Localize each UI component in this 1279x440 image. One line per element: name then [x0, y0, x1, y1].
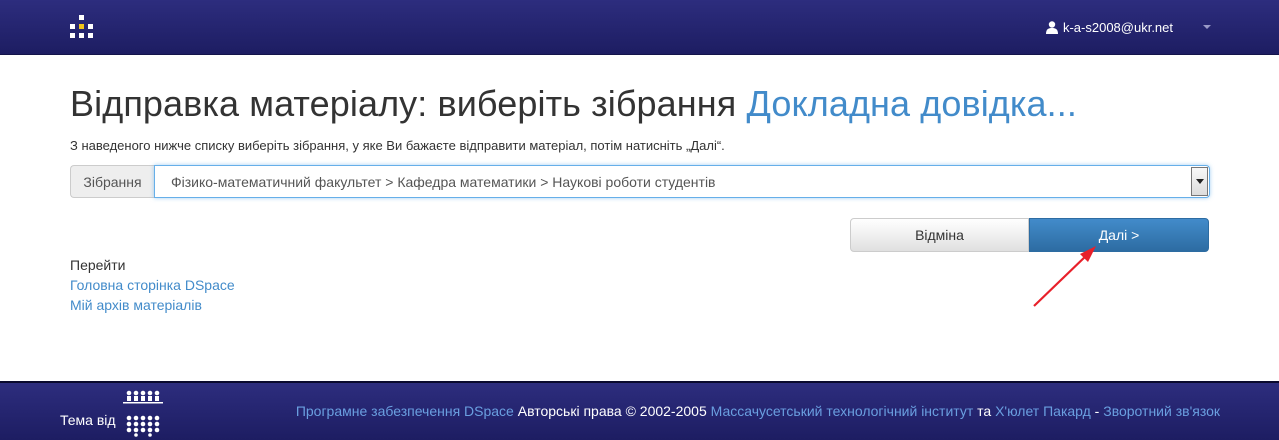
separator-text: -: [1090, 403, 1104, 419]
user-icon: [1045, 20, 1058, 34]
intro-text: З наведеного нижче списку виберіть зібра…: [70, 138, 725, 153]
page-title: Відправка матеріалу: виберіть зібрання Д…: [70, 84, 1210, 124]
collection-input-group: Зібрання Фізико-математичний факультет >…: [70, 165, 1210, 198]
help-link[interactable]: Докладна довідка...: [746, 83, 1077, 124]
footer-credits: Програмне забезпечення DSpace Авторські …: [296, 403, 1220, 419]
action-buttons: Відміна Далі >: [850, 218, 1209, 252]
and-text: та: [973, 403, 996, 419]
goto-section: Перейти Головна сторінка DSpace Мій архі…: [70, 255, 235, 315]
my-archive-link[interactable]: Мій архів матеріалів: [70, 295, 235, 315]
goto-label: Перейти: [70, 257, 126, 273]
dspace-software-link[interactable]: Програмне забезпечення DSpace: [296, 403, 514, 419]
cancel-button[interactable]: Відміна: [850, 218, 1029, 252]
home-link[interactable]: Головна сторінка DSpace: [70, 275, 235, 295]
cineca-logo-icon[interactable]: [120, 389, 166, 437]
user-menu[interactable]: k-a-s2008@ukr.net: [1045, 17, 1211, 37]
main-content: Відправка матеріалу: виберіть зібрання Д…: [70, 84, 1210, 252]
mit-link[interactable]: Массачусетський технологічний інститут: [711, 403, 974, 419]
dspace-logo-icon[interactable]: [70, 15, 94, 39]
collection-label: Зібрання: [70, 165, 154, 198]
theme-credit: Тема від: [60, 390, 166, 437]
chevron-down-icon: [1203, 25, 1211, 29]
collection-selected-value: Фізико-математичний факультет > Кафедра …: [171, 173, 716, 190]
hp-link[interactable]: Х'юлет Пакард: [995, 403, 1091, 419]
user-email: k-a-s2008@ukr.net: [1062, 19, 1173, 35]
footer: Тема від Програмне забезпечення DSpace А…: [0, 381, 1279, 440]
feedback-link[interactable]: Зворотний зв'язок: [1103, 403, 1220, 419]
next-button[interactable]: Далі >: [1029, 218, 1209, 252]
annotation-arrow-icon: [1033, 246, 1096, 307]
top-navbar: k-a-s2008@ukr.net: [0, 0, 1279, 55]
select-dropdown-button[interactable]: [1191, 167, 1208, 196]
chevron-down-icon: [1195, 179, 1204, 184]
theme-by-label: Тема від: [60, 412, 116, 428]
copyright-text: Авторські права © 2002-2005: [513, 403, 711, 419]
collection-select[interactable]: Фізико-математичний факультет > Кафедра …: [154, 165, 1210, 198]
page-title-text: Відправка матеріалу: виберіть зібрання: [70, 83, 737, 124]
